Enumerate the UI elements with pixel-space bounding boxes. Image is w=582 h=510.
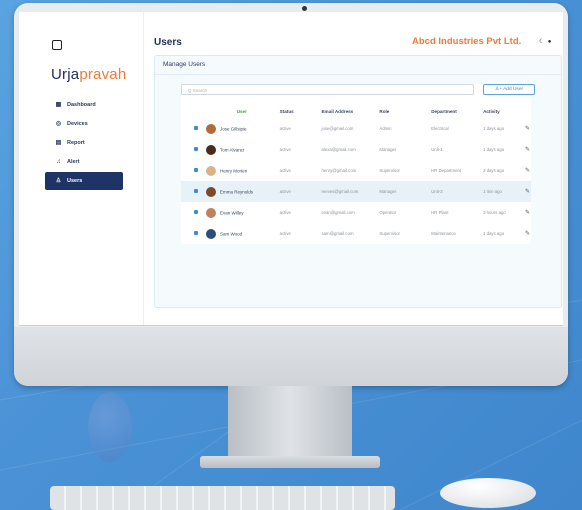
sidebar-item-devices[interactable]: ◎ Devices	[45, 115, 123, 133]
add-user-icon: ♙+	[494, 87, 503, 92]
table-row[interactable]: Sam Wood active sam@gmail.com Supervisor…	[181, 223, 531, 244]
avatar	[205, 186, 216, 197]
table-row[interactable]: Evan Willey active evan@gmail.com Operat…	[181, 202, 531, 223]
users-icon: ♙	[55, 177, 62, 184]
company-name: Abcd Industries Pvt Ltd.	[412, 36, 522, 47]
avatar	[205, 165, 216, 176]
row-checkbox[interactable]	[194, 231, 198, 235]
monitor-chin	[14, 327, 568, 386]
user-icon[interactable]: ●	[548, 39, 552, 45]
edit-icon[interactable]: ✎	[525, 210, 530, 216]
table-row[interactable]: Jose Gillsipie active jose@gmail.com Adm…	[181, 118, 531, 139]
monitor: Urjapravah ▦ Dashboard ◎ Devices ▤ Report ♫…	[14, 3, 568, 386]
col-activity: Activity	[483, 108, 500, 114]
edit-icon[interactable]: ✎	[525, 147, 530, 153]
users-table: User Status Email Address Role Departmen…	[181, 104, 531, 244]
avatar	[205, 207, 216, 218]
sidebar-nav: ▦ Dashboard ◎ Devices ▤ Report ♫ Alert ♙ User…	[45, 96, 123, 191]
sidebar-item-users[interactable]: ♙ Users	[45, 172, 123, 190]
search-input[interactable]: Q Search	[181, 84, 474, 95]
row-checkbox[interactable]	[194, 210, 198, 214]
col-department: Department	[431, 108, 457, 114]
edit-icon[interactable]: ✎	[525, 189, 530, 195]
table-row[interactable]: Henry Morten active henry@gmail.com Supe…	[181, 160, 531, 181]
logo: Urjapravah	[51, 66, 127, 83]
table-header-row: User Status Email Address Role Departmen…	[181, 104, 531, 118]
add-user-button[interactable]: ♙+ Add User	[483, 84, 535, 95]
bell-icon: ♫	[56, 158, 61, 165]
edit-icon[interactable]: ✎	[525, 231, 530, 237]
moon-icon[interactable]: ☾	[539, 39, 544, 45]
page-title: Users	[154, 37, 182, 48]
users-card: Q Search ♙+ Add User User Status Email A…	[181, 84, 535, 244]
sidebar-item-alert[interactable]: ♫ Alert	[45, 153, 123, 171]
monitor-stand	[228, 386, 352, 460]
col-email: Email Address	[321, 108, 354, 114]
monitor-base	[200, 456, 380, 468]
avatar	[205, 123, 216, 134]
header-icons: ☾ ●	[539, 38, 551, 45]
col-role: Role	[379, 108, 390, 114]
device-icon: ◎	[55, 120, 62, 127]
sidebar: Urjapravah ▦ Dashboard ◎ Devices ▤ Report ♫…	[19, 12, 144, 325]
camera-dot	[302, 6, 307, 11]
report-icon: ▤	[55, 139, 62, 146]
sidebar-item-report[interactable]: ▤ Report	[45, 134, 123, 152]
panel-title: Manage Users	[155, 56, 561, 75]
row-checkbox[interactable]	[194, 168, 198, 172]
table-row[interactable]: Tom Alvarez active alexa@gmail.com Manag…	[181, 139, 531, 160]
avatar	[205, 228, 216, 239]
decorative-sphere	[88, 392, 132, 462]
screen: Urjapravah ▦ Dashboard ◎ Devices ▤ Report ♫…	[19, 12, 563, 326]
col-user: User	[236, 108, 247, 114]
row-checkbox[interactable]	[194, 126, 198, 130]
sidebar-item-dashboard[interactable]: ▦ Dashboard	[45, 96, 123, 114]
grid-icon: ▦	[55, 101, 62, 108]
keyboard	[50, 486, 395, 510]
table-row-selected[interactable]: Emma Reynolds active reeves@gmail.com Ma…	[181, 181, 531, 202]
edit-icon[interactable]: ✎	[525, 126, 530, 132]
edit-icon[interactable]: ✎	[525, 168, 530, 174]
avatar	[205, 144, 216, 155]
row-checkbox[interactable]	[194, 147, 198, 151]
sidebar-toggle-icon[interactable]	[52, 40, 62, 50]
mouse	[440, 478, 536, 508]
col-status: Status	[279, 108, 294, 114]
manage-users-panel: Manage Users Q Search ♙+ Add User User S…	[154, 55, 562, 308]
row-checkbox[interactable]	[194, 189, 198, 193]
